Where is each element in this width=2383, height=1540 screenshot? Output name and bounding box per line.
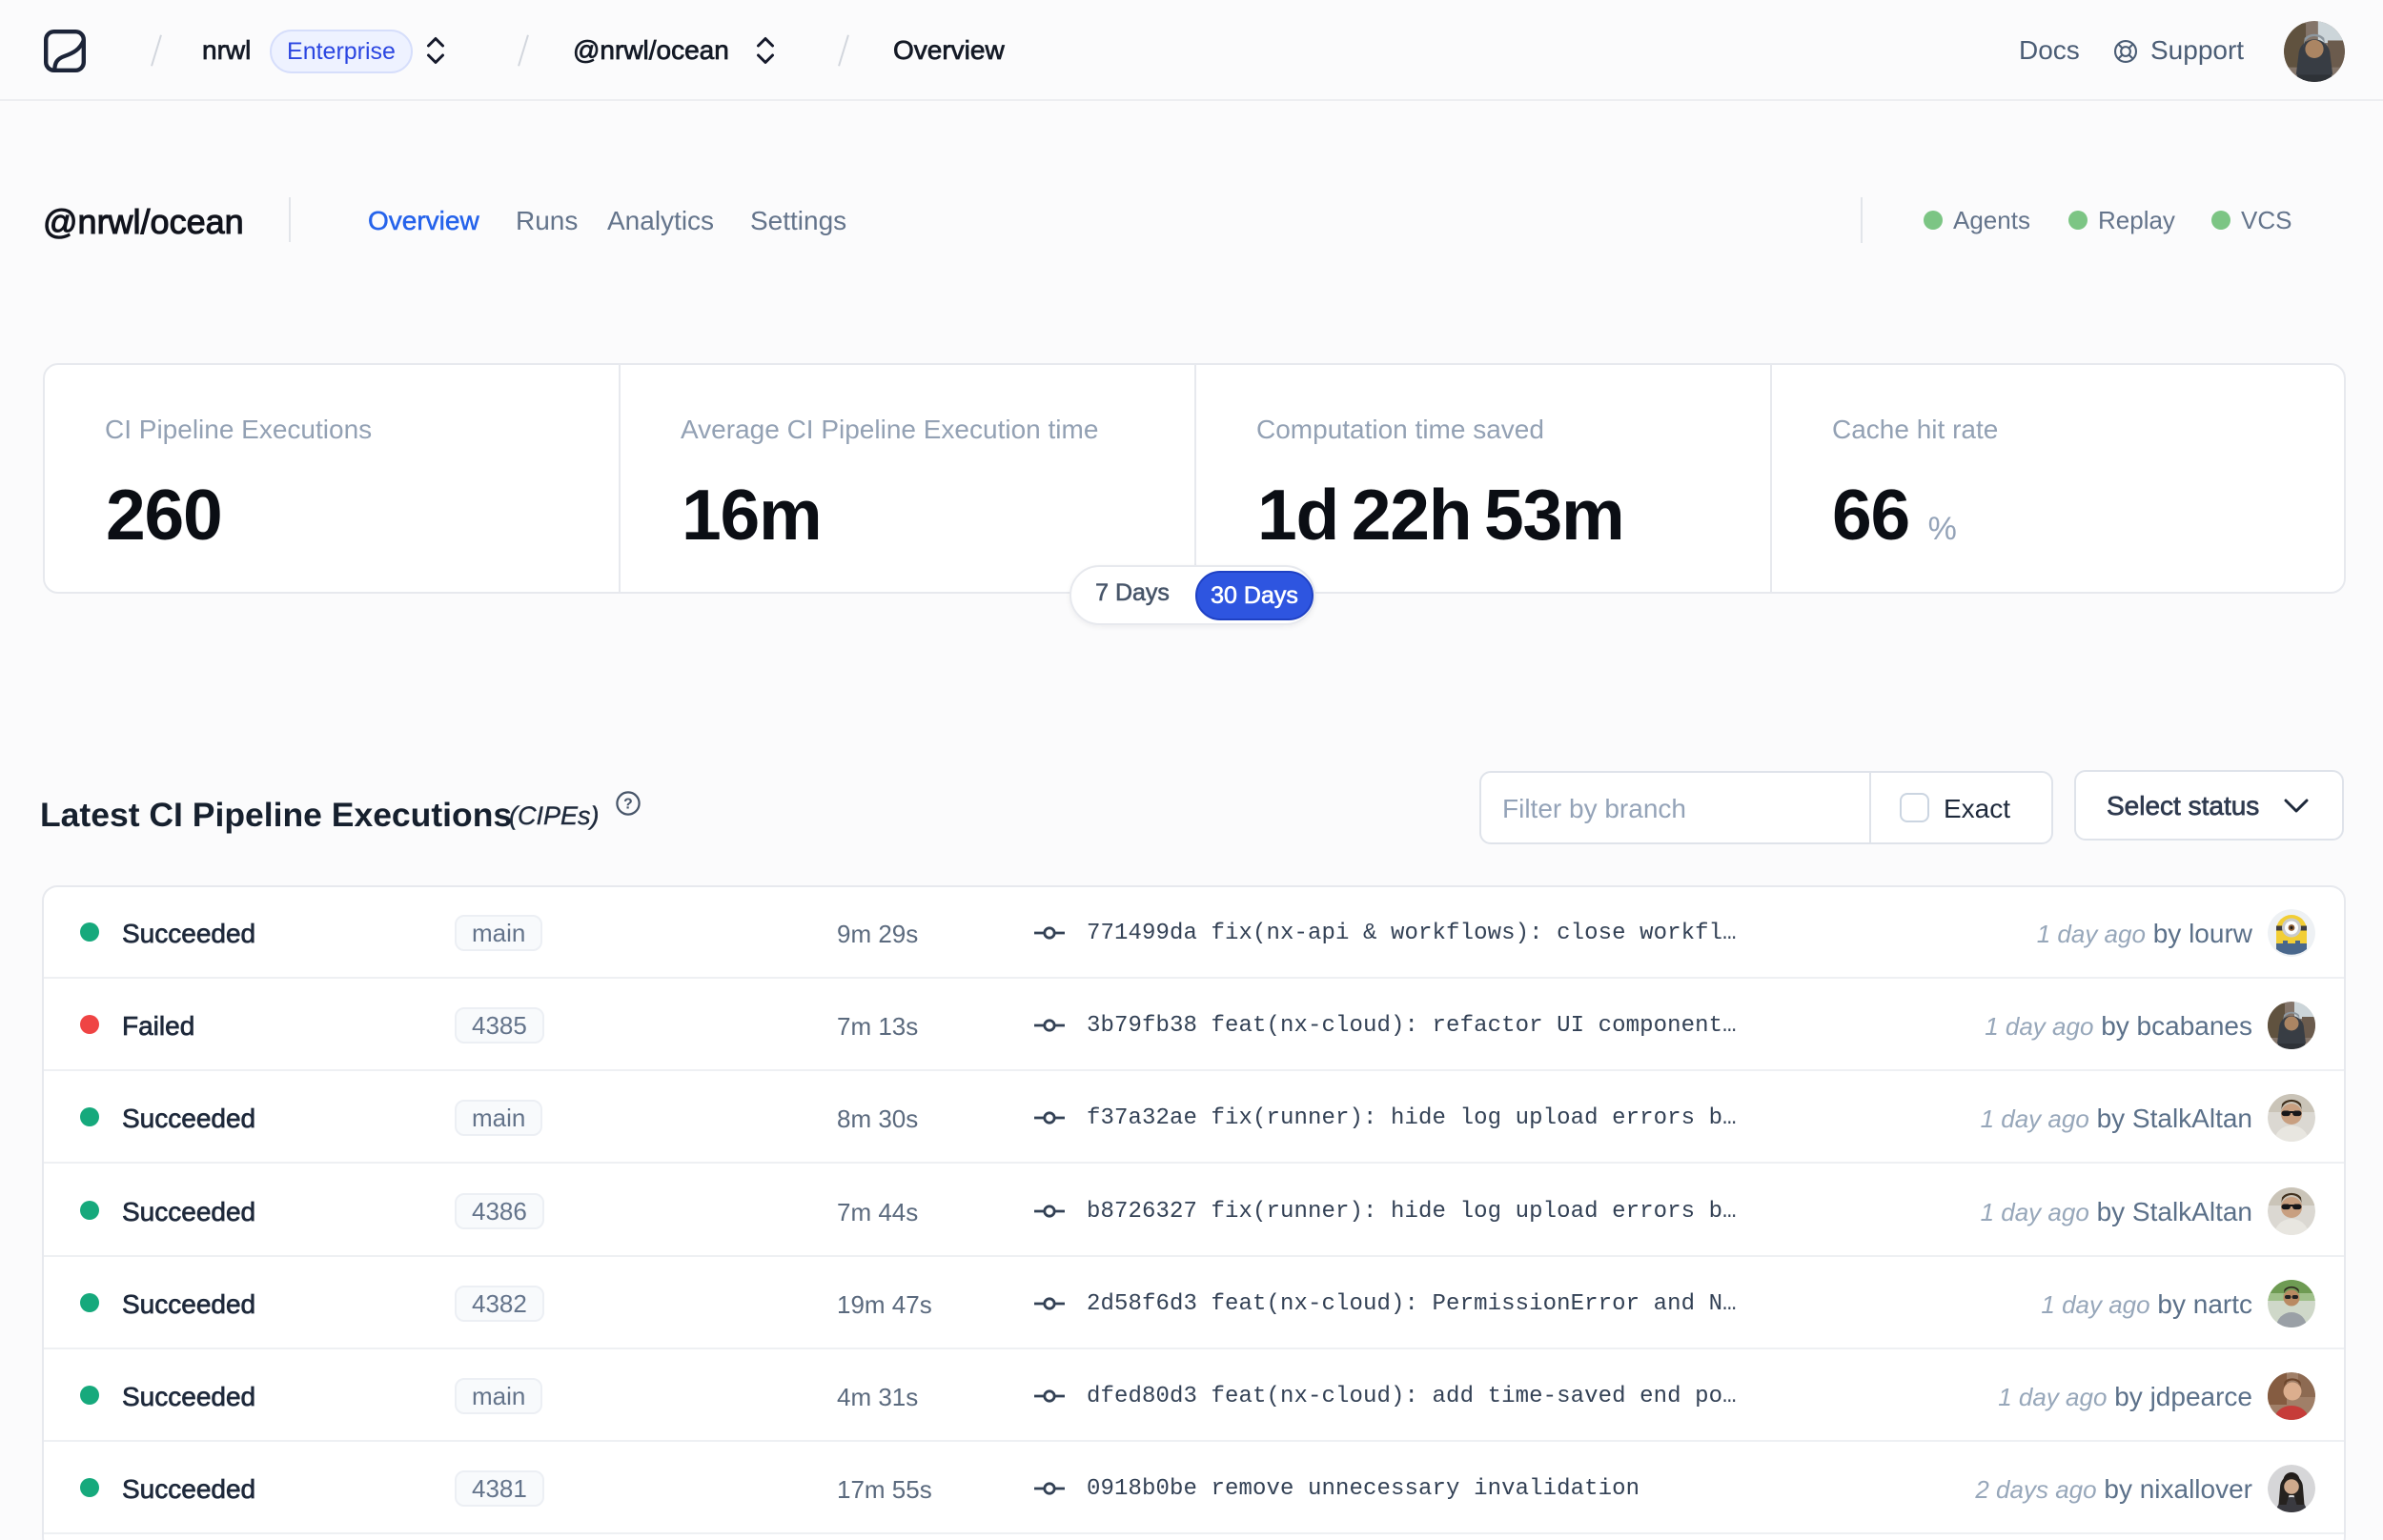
svg-text:?: ?: [623, 797, 633, 813]
